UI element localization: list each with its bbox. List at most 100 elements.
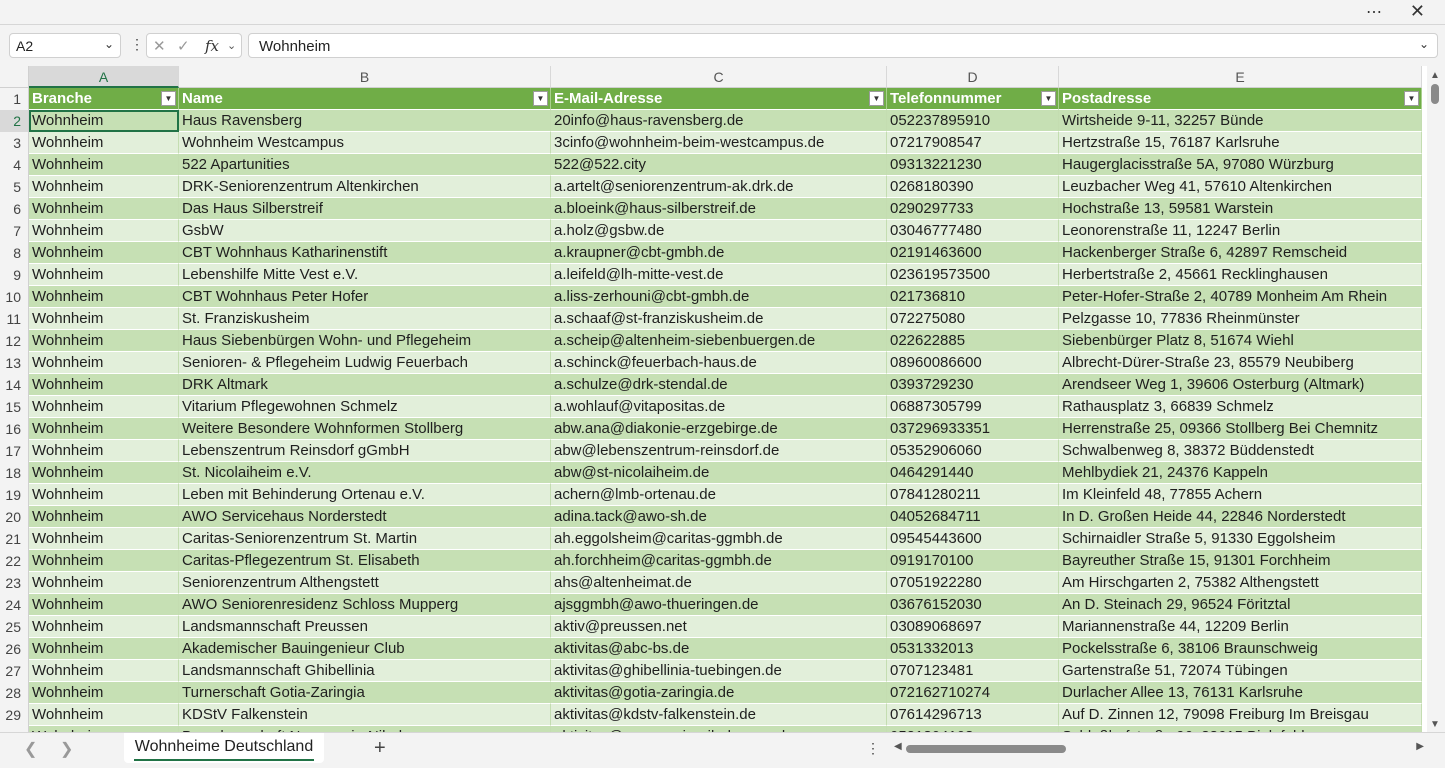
row-number[interactable]: 22 [0,550,29,572]
row-number[interactable]: 3 [0,132,29,154]
cell-name[interactable]: Landsmannschaft Preussen [179,616,551,638]
chevron-down-icon[interactable]: ⌄ [227,39,236,52]
cell-email[interactable]: aktiv@preussen.net [551,616,887,638]
vertical-dots-icon[interactable]: ⋮ [130,36,144,53]
cell-name[interactable]: Vitarium Pflegewohnen Schmelz [179,396,551,418]
cell-branche[interactable]: Wohnheim [29,440,179,462]
more-options-icon[interactable]: ⋯ [1366,2,1383,22]
vertical-scrollbar[interactable]: ▲ ▼ [1427,66,1445,732]
cell-name[interactable]: St. Nicolaiheim e.V. [179,462,551,484]
cell-telefon[interactable]: 0393729230 [887,374,1059,396]
cell-email[interactable]: a.schaaf@st-franziskusheim.de [551,308,887,330]
cell-email[interactable]: aktivitas@kdstv-falkenstein.de [551,704,887,726]
cell-branche[interactable]: Wohnheim [29,110,179,132]
scroll-down-icon[interactable]: ▼ [1430,719,1440,730]
filter-dropdown-icon[interactable]: ▼ [161,91,176,106]
row-number[interactable]: 21 [0,528,29,550]
cell-telefon[interactable]: 07051922280 [887,572,1059,594]
cell-branche[interactable]: Wohnheim [29,594,179,616]
cell-email[interactable]: 522@522.city [551,154,887,176]
cell-name[interactable]: AWO Servicehaus Norderstedt [179,506,551,528]
cell-branche[interactable]: Wohnheim [29,396,179,418]
cell-name[interactable]: Haus Ravensberg [179,110,551,132]
cell-name[interactable]: Haus Siebenbürgen Wohn- und Pflegeheim [179,330,551,352]
cell-telefon[interactable]: 08960086600 [887,352,1059,374]
cell-email[interactable]: a.liss-zerhouni@cbt-gmbh.de [551,286,887,308]
row-number[interactable]: 25 [0,616,29,638]
cell-email[interactable]: aktivitas@abc-bs.de [551,638,887,660]
cell-postadresse[interactable]: Pelzgasse 10, 77836 Rheinmünster [1059,308,1422,330]
filter-dropdown-icon[interactable]: ▼ [869,91,884,106]
row-number[interactable]: 1 [0,88,29,110]
cell-telefon[interactable]: 02191463600 [887,242,1059,264]
cell-name[interactable]: GsbW [179,220,551,242]
cell-email[interactable]: a.bloeink@haus-silberstreif.de [551,198,887,220]
header-cell-branche[interactable]: Branche ▼ [29,88,179,110]
cell-branche[interactable]: Wohnheim [29,550,179,572]
insert-function-icon[interactable]: fx [205,37,219,55]
cell-email[interactable]: 20info@haus-ravensberg.de [551,110,887,132]
horizontal-scrollbar[interactable]: ◀ ▶ [894,741,1424,757]
cell-email[interactable]: 3cinfo@wohnheim-beim-westcampus.de [551,132,887,154]
scroll-thumb[interactable] [1431,84,1439,104]
filter-dropdown-icon[interactable]: ▼ [1041,91,1056,106]
cell-postadresse[interactable]: Durlacher Allee 13, 76131 Karlsruhe [1059,682,1422,704]
cell-telefon[interactable]: 0707123481 [887,660,1059,682]
cell-name[interactable]: Weitere Besondere Wohnformen Stollberg [179,418,551,440]
cell-name[interactable]: St. Franziskusheim [179,308,551,330]
column-header-b[interactable]: B [179,66,551,88]
scroll-left-icon[interactable]: ◀ [894,741,902,752]
cell-email[interactable]: adina.tack@awo-sh.de [551,506,887,528]
cell-branche[interactable]: Wohnheim [29,418,179,440]
filter-dropdown-icon[interactable]: ▼ [1404,91,1419,106]
cell-telefon[interactable]: 072275080 [887,308,1059,330]
cell-branche[interactable]: Wohnheim [29,154,179,176]
cell-postadresse[interactable]: Bayreuther Straße 15, 91301 Forchheim [1059,550,1422,572]
cell-email[interactable]: abw@lebenszentrum-reinsdorf.de [551,440,887,462]
cell-email[interactable]: a.artelt@seniorenzentrum-ak.drk.de [551,176,887,198]
row-number[interactable]: 13 [0,352,29,374]
cell-postadresse[interactable]: Hertzstraße 15, 76187 Karlsruhe [1059,132,1422,154]
cell-telefon[interactable]: 0268180390 [887,176,1059,198]
cell-postadresse[interactable]: Leonorenstraße 11, 12247 Berlin [1059,220,1422,242]
row-number[interactable]: 27 [0,660,29,682]
cell-email[interactable]: a.wohlauf@vitapositas.de [551,396,887,418]
cell-postadresse[interactable]: In D. Großen Heide 44, 22846 Norderstedt [1059,506,1422,528]
cell-email[interactable]: abw@st-nicolaiheim.de [551,462,887,484]
cell-postadresse[interactable]: Hochstraße 13, 59581 Warstein [1059,198,1422,220]
cell-telefon[interactable]: 072162710274 [887,682,1059,704]
cell-telefon[interactable]: 03046777480 [887,220,1059,242]
cell-branche[interactable]: Wohnheim [29,242,179,264]
row-number[interactable]: 11 [0,308,29,330]
row-number[interactable]: 8 [0,242,29,264]
cell-telefon[interactable]: 021736810 [887,286,1059,308]
header-cell-name[interactable]: Name ▼ [179,88,551,110]
row-number[interactable]: 2 [0,110,29,132]
row-number[interactable]: 6 [0,198,29,220]
cell-postadresse[interactable]: Haugerglacisstraße 5A, 97080 Würzburg [1059,154,1422,176]
scroll-thumb[interactable] [906,745,1066,753]
cell-telefon[interactable]: 0290297733 [887,198,1059,220]
cell-branche[interactable]: Wohnheim [29,616,179,638]
cell-branche[interactable]: Wohnheim [29,308,179,330]
cell-email[interactable]: a.holz@gsbw.de [551,220,887,242]
row-number[interactable]: 7 [0,220,29,242]
cell-telefon[interactable]: 023619573500 [887,264,1059,286]
cell-email[interactable]: aktivitas@gotia-zaringia.de [551,682,887,704]
cell-branche[interactable]: Wohnheim [29,484,179,506]
cell-name[interactable]: Das Haus Silberstreif [179,198,551,220]
chevron-down-icon[interactable]: ⌄ [104,37,114,51]
cell-telefon[interactable]: 04052684711 [887,506,1059,528]
cell-name[interactable]: Landsmannschaft Ghibellinia [179,660,551,682]
row-number[interactable]: 24 [0,594,29,616]
row-number[interactable]: 17 [0,440,29,462]
cell-branche[interactable]: Wohnheim [29,132,179,154]
cell-telefon[interactable]: 06887305799 [887,396,1059,418]
cell-name[interactable]: Lebenshilfe Mitte Vest e.V. [179,264,551,286]
cell-postadresse[interactable]: Im Kleinfeld 48, 77855 Achern [1059,484,1422,506]
row-number[interactable]: 15 [0,396,29,418]
row-number[interactable]: 5 [0,176,29,198]
cell-postadresse[interactable]: Arendseer Weg 1, 39606 Osterburg (Altmar… [1059,374,1422,396]
cell-telefon[interactable]: 07841280211 [887,484,1059,506]
cell-branche[interactable]: Wohnheim [29,176,179,198]
